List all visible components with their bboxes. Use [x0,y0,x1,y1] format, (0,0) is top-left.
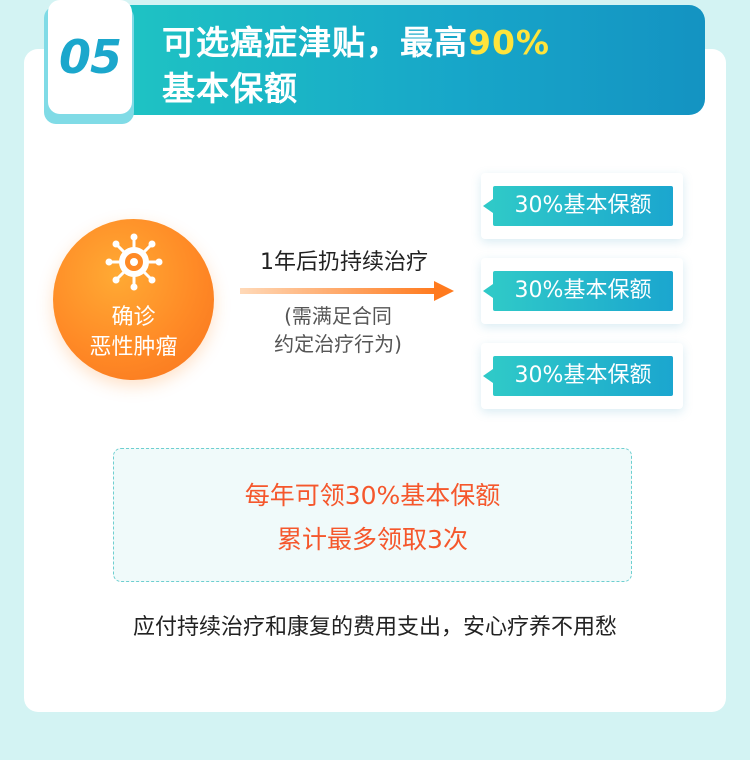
option-card-2: 30%基本保额 [481,258,683,324]
right-arrow-icon [240,281,454,301]
option-label-3: 30%基本保额 [493,356,673,396]
option-pointer [483,369,493,383]
header-title-line1: 可选癌症津贴，最高 [162,23,468,62]
header-title: 可选癌症津贴，最高90% 基本保额 [162,20,550,112]
number-badge: 05 [48,0,132,114]
summary-line1: 每年可领30%基本保额 [244,481,501,510]
option-label-1: 30%基本保额 [493,186,673,226]
virus-icon [105,233,163,291]
arrow-note-line2: 约定治疗行为) [274,332,402,356]
footer-text: 应付持续治疗和康复的费用支出，安心疗养不用愁 [132,615,617,640]
option-card-1: 30%基本保额 [481,173,683,239]
summary-line2: 累计最多领取3次 [277,525,468,554]
option-label-2: 30%基本保额 [493,271,673,311]
option-card-3: 30%基本保额 [481,343,683,409]
arrow-label: 1年后扔持续治疗 [260,250,428,275]
header-title-line2: 基本保额 [162,69,298,108]
section-number: 05 [58,30,122,84]
arrow-note-line1: (需满足合同 [284,304,392,328]
diagnosis-circle: 确诊 恶性肿瘤 [53,219,214,380]
option-pointer [483,284,493,298]
diagnosis-label-line1: 确诊 [111,305,156,330]
header-title-highlight: 90% [468,23,550,62]
option-pointer [483,199,493,213]
arrow-note: (需满足合同 约定治疗行为) [248,302,428,358]
diagnosis-label-line2: 恶性肿瘤 [89,335,178,360]
summary-box: 每年可领30%基本保额 累计最多领取3次 [113,448,632,582]
